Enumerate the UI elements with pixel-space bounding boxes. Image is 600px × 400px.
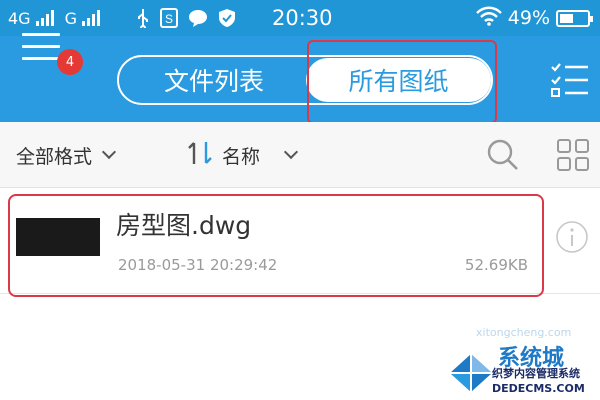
sort-icon <box>186 140 214 171</box>
shield-check-icon <box>218 8 236 28</box>
file-highlight-annotation <box>8 194 544 297</box>
search-icon <box>487 139 518 170</box>
chevron-down-icon <box>283 144 299 160</box>
network-g-label: G <box>64 8 77 28</box>
search-button[interactable] <box>486 122 520 188</box>
sort-label: 名称 <box>222 145 261 168</box>
checklist-icon <box>551 63 588 97</box>
grid-icon <box>557 139 589 171</box>
sort-dropdown[interactable]: 名称 <box>186 122 299 188</box>
notification-badge: 4 <box>57 49 83 75</box>
signal-icon-2 <box>81 10 100 26</box>
format-filter-dropdown[interactable]: 全部格式 <box>16 122 117 188</box>
s-app-icon: S <box>160 8 178 28</box>
menu-icon <box>22 33 60 36</box>
chevron-down-icon <box>101 144 117 160</box>
network-4g-label: 4G <box>8 8 31 28</box>
grid-view-button[interactable] <box>556 122 590 188</box>
wifi-icon <box>475 6 502 31</box>
tab-file-list[interactable]: 文件列表 <box>119 57 309 103</box>
network-indicator: 4G G <box>8 0 100 36</box>
status-right: 49% <box>475 0 593 36</box>
menu-button[interactable] <box>22 33 60 61</box>
filter-toolbar: 全部格式 名称 <box>0 122 600 188</box>
notification-icons: S <box>136 0 236 36</box>
battery-icon <box>556 9 593 27</box>
file-info-button[interactable] <box>555 220 589 254</box>
watermark-logo-icon <box>448 352 494 398</box>
multi-select-button[interactable] <box>550 62 590 98</box>
tab-highlight-annotation <box>307 40 497 124</box>
status-bar: 4G G S 20:30 49% <box>0 0 600 36</box>
usb-icon <box>136 8 150 28</box>
battery-percent: 49% <box>507 7 550 29</box>
chat-bubble-icon <box>188 8 208 28</box>
info-icon <box>556 221 588 253</box>
svg-text:S: S <box>165 12 173 26</box>
watermark-sub: xitongcheng.com <box>476 326 572 339</box>
signal-icon <box>35 10 54 26</box>
watermark-url: DEDECMS.COM <box>492 382 585 395</box>
watermark-tagline: 织梦内容管理系统 <box>492 367 580 380</box>
clock: 20:30 <box>272 6 333 30</box>
format-filter-label: 全部格式 <box>16 145 93 168</box>
